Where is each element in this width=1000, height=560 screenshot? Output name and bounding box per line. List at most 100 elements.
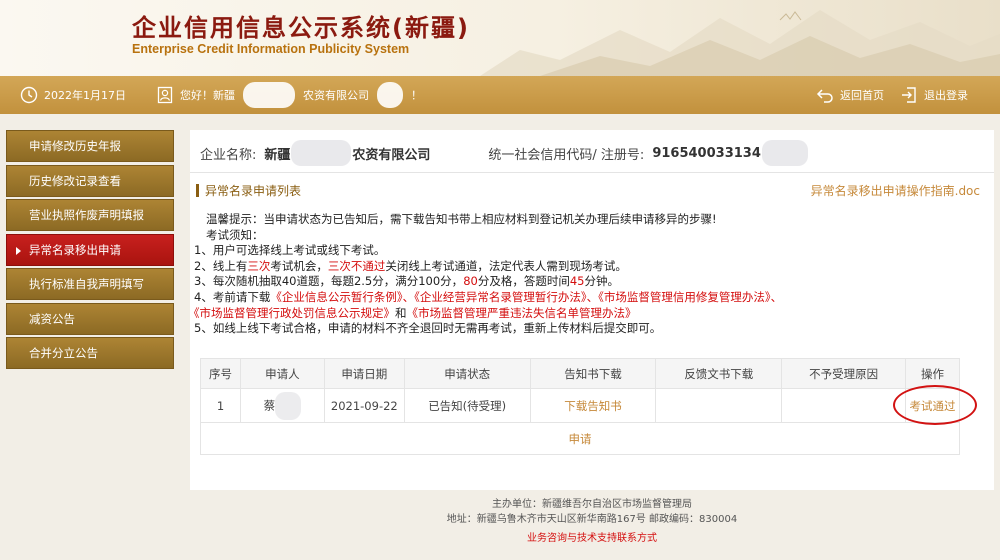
- notice-line-4: 4、考前请下载《企业信息公示暂行条例》、《企业经营异常名录管理暂行办法》、《市场…: [194, 290, 974, 306]
- notice-text: 3、每次随机抽取40道题，每题2.5分，满分100分，: [194, 274, 464, 289]
- credit-code-label: 统一社会信用代码/ 注册号:: [488, 147, 645, 163]
- row-action: 考试通过: [892, 384, 977, 425]
- redaction-mask: [761, 140, 808, 166]
- sidebar-item-annual-report-edit[interactable]: 申请修改历史年报: [6, 130, 174, 162]
- sidebar-item-edit-history[interactable]: 历史修改记录查看: [6, 164, 174, 197]
- sidebar-menu: 申请修改历史年报 历史修改记录查看 营业执照作废声明填报 异常名录移出申请 执行…: [6, 130, 174, 372]
- sidebar-item-label: 减资公告: [29, 311, 75, 326]
- date-display: 2022年1月17日: [20, 76, 126, 114]
- notice-tip: 温馨提示：当申请状态为已告知后，需下载告知书带上相应材料到登记机关办理后续申请移…: [206, 212, 717, 226]
- row-reason: [781, 388, 907, 423]
- apply-button[interactable]: 申请: [569, 432, 592, 446]
- header-banner: 企业信用信息公示系统(新疆) Enterprise Credit Informa…: [0, 0, 1000, 76]
- company-name-label: 企业名称:: [200, 147, 257, 163]
- greeting-prefix: 您好！新疆: [180, 89, 235, 102]
- return-arrow-icon: [816, 89, 833, 103]
- apply-cell: 申请: [200, 422, 960, 455]
- sidebar-item-standard-declaration[interactable]: 执行标准自我声明填写: [6, 268, 174, 300]
- sidebar-item-label: 合并分立公告: [29, 346, 98, 360]
- row-status: 已告知(待受理): [403, 388, 531, 423]
- notice-text: 考试机会，: [270, 258, 328, 273]
- notice-text: 分钟。: [584, 274, 619, 289]
- sidebar-item-label: 营业执照作废声明填报: [29, 208, 144, 222]
- column-header: 申请日期: [323, 358, 405, 389]
- download-notice-link[interactable]: 下载告知书: [564, 399, 622, 413]
- sidebar-item-merger-split[interactable]: 合并分立公告: [6, 337, 174, 369]
- section-title: 异常名录申请列表: [205, 184, 302, 198]
- notice-line-5: 5、如线上线下考试合格，申请的材料不齐全退回时无需再考试，重新上传材料后提交即可…: [194, 321, 662, 336]
- notice-highlight: 80: [463, 274, 478, 289]
- notice-line-3: 3、每次随机抽取40道题，每题2.5分，满分100分，80分及格，答题时间45分…: [194, 274, 974, 290]
- logout-link[interactable]: 退出登录: [900, 76, 968, 114]
- notice-text: 4、考前请下载: [194, 289, 271, 304]
- application-table: 序号 申请人 申请日期 申请状态 告知书下载 反馈文书下载 不予受理原因 操作 …: [200, 358, 977, 455]
- credit-code-value: 916540033134: [652, 140, 809, 166]
- home-link-label: 返回首页: [840, 89, 884, 102]
- column-header: 序号: [200, 358, 241, 389]
- notice-text: 和: [395, 305, 407, 320]
- row-notice-download: 下载告知书: [529, 388, 657, 423]
- row-feedback: [655, 388, 783, 423]
- notice-exam-head: 考试须知：: [206, 227, 264, 242]
- notice-highlight: 三次: [247, 258, 271, 273]
- clock-icon: [20, 86, 38, 104]
- page-footer: 主办单位：新疆维吾尔自治区市场监督管理局 地址：新疆乌鲁木齐市天山区新华南路16…: [190, 497, 994, 546]
- footer-contact-link[interactable]: 业务咨询与技术支持联系方式: [527, 531, 657, 546]
- redaction-mask: [377, 82, 403, 108]
- user-icon: [157, 86, 173, 104]
- regulation-links[interactable]: 《企业信息公示暂行条例》、《企业经营异常名录管理暂行办法》、《市场监督管理信用修…: [270, 290, 782, 304]
- column-header: 告知书下载: [529, 358, 657, 389]
- footer-address: 地址：新疆乌鲁木齐市天山区新华南路167号 邮政编码：830004: [446, 514, 738, 525]
- notice-text: 关闭线上考试通道，法定代表人需到现场考试。: [385, 258, 627, 273]
- row-applicant: 蔡: [239, 388, 325, 423]
- exam-notice: 温馨提示：当申请状态为已告知后，需下载告知书带上相应材料到登记机关办理后续申请移…: [188, 212, 974, 337]
- company-info: 企业名称: 新疆 农资有限公司 统一社会信用代码/ 注册号: 916540033…: [200, 140, 984, 166]
- top-bar: 2022年1月17日 您好！新疆 农资有限公司 ！ 返回首页 退出登录: [0, 76, 1000, 114]
- column-header: 操作: [905, 358, 960, 389]
- section-header: 异常名录申请列表: [196, 182, 301, 199]
- credit-code-text: 916540033134: [652, 145, 761, 161]
- logout-icon: [902, 87, 916, 103]
- sidebar-item-abnormal-removal[interactable]: 异常名录移出申请: [6, 233, 174, 266]
- column-header: 不予受理原因: [781, 358, 907, 389]
- sidebar-item-label: 历史修改记录查看: [29, 173, 121, 188]
- redaction-mask: [275, 391, 302, 420]
- regulation-link[interactable]: 《市场监督管理严重违法失信名单管理办法》: [407, 306, 637, 320]
- regulation-link[interactable]: 《市场监督管理行政处罚信息公示规定》: [188, 306, 395, 320]
- notice-text: 分及格，答题时间: [477, 274, 570, 289]
- notice-line-2: 2、线上有三次考试机会，三次不通过关闭线上考试通道，法定代表人需到现场考试。: [194, 259, 974, 275]
- active-arrow-icon: [16, 246, 21, 255]
- row-date: 2021-09-22: [323, 388, 405, 423]
- sidebar-item-label: 申请修改历史年报: [29, 139, 121, 153]
- sidebar-item-capital-reduction[interactable]: 减资公告: [6, 302, 174, 335]
- table-header-row: 序号 申请人 申请日期 申请状态 告知书下载 反馈文书下载 不予受理原因 操作: [200, 358, 960, 389]
- apply-row: 申请: [200, 422, 960, 455]
- guide-doc-link[interactable]: 异常名录移出申请操作指南.doc: [811, 182, 980, 199]
- sidebar-item-label: 异常名录移出申请: [29, 242, 121, 257]
- highlight-circle: [892, 384, 977, 425]
- main-panel: 企业名称: 新疆 农资有限公司 统一社会信用代码/ 注册号: 916540033…: [188, 130, 994, 490]
- redaction-mask: [291, 140, 352, 166]
- footer-host: 主办单位：新疆维吾尔自治区市场监督管理局: [492, 499, 692, 510]
- logout-link-label: 退出登录: [924, 89, 968, 102]
- notice-highlight: 三次不通过: [327, 258, 386, 273]
- row-index: 1: [200, 388, 241, 423]
- notice-text: 2、线上有: [194, 258, 248, 273]
- date-text: 2022年1月17日: [44, 89, 126, 102]
- exam-pass-wrap: 考试通过: [892, 384, 977, 425]
- notice-highlight: 45: [569, 274, 585, 289]
- sidebar-item-label: 执行标准自我声明填写: [29, 277, 144, 291]
- site-title: 企业信用信息公示系统(新疆): [132, 14, 470, 42]
- notice-line-4-cont: 《市场监督管理行政处罚信息公示规定》和《市场监督管理严重违法失信名单管理办法》: [188, 306, 974, 322]
- notice-line-1: 1、用户可选择线上考试或线下考试。: [194, 243, 386, 258]
- divider: [190, 172, 994, 173]
- column-header: 申请状态: [403, 358, 531, 389]
- column-header: 反馈文书下载: [655, 358, 783, 389]
- sidebar-item-license-void[interactable]: 营业执照作废声明填报: [6, 199, 174, 231]
- company-name-value: 新疆 农资有限公司: [264, 140, 430, 166]
- company-name-prefix: 新疆: [264, 147, 291, 163]
- site-subtitle: Enterprise Credit Information Publicity …: [132, 42, 410, 56]
- home-link[interactable]: 返回首页: [816, 76, 884, 114]
- redaction-mask: [243, 82, 295, 108]
- table-row: 1 蔡 2021-09-22 已告知(待受理) 下载告知书 考试通过: [200, 384, 977, 425]
